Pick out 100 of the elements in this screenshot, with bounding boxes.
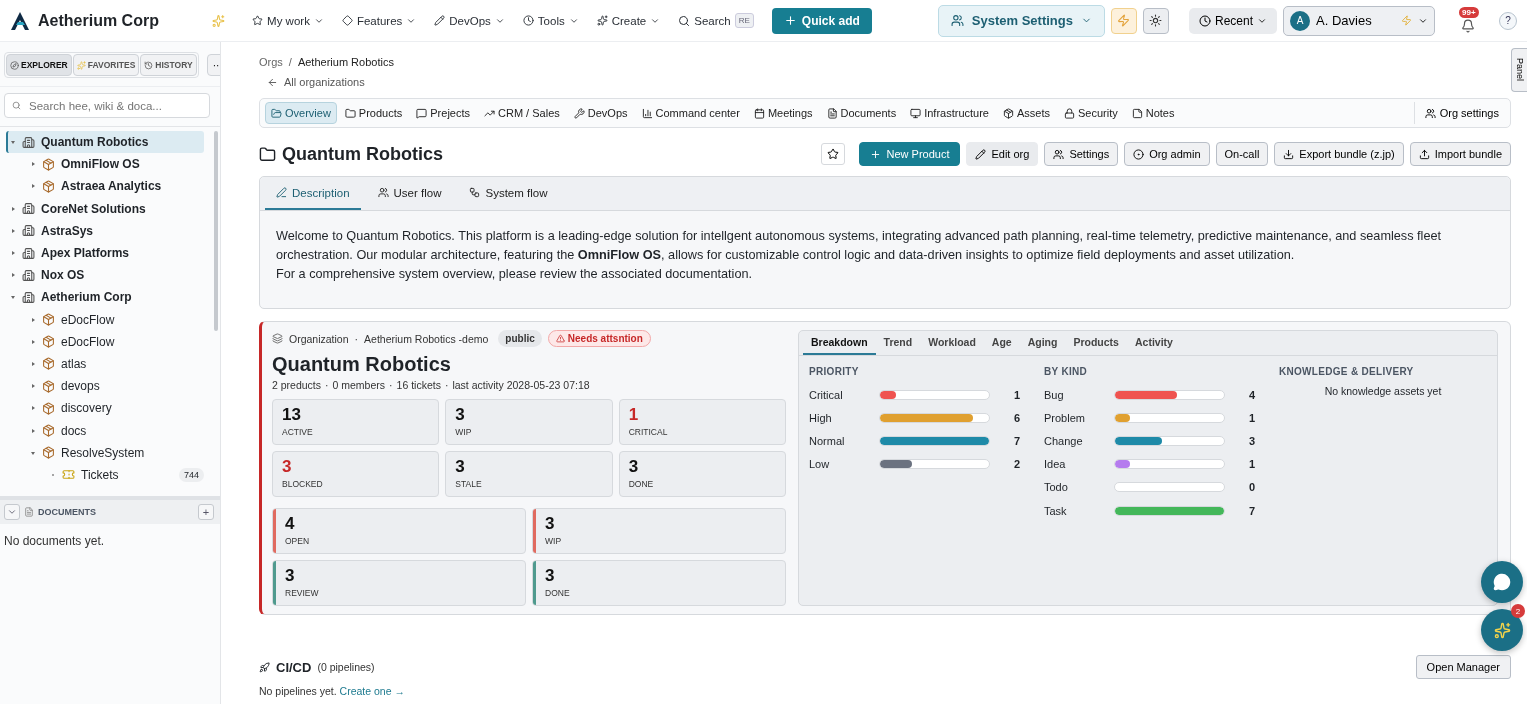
tree-item[interactable]: eDocFlow: [26, 330, 204, 353]
insight-tab[interactable]: Breakdown: [803, 331, 876, 355]
action-button[interactable]: New Product: [859, 142, 961, 166]
section-tab[interactable]: Documents: [820, 102, 903, 124]
tree-item[interactable]: CoreNet Solutions: [6, 197, 204, 220]
building-icon: [22, 224, 35, 238]
nav-menu[interactable]: Create: [590, 10, 667, 31]
alert-badge: Needs attsntion: [547, 330, 651, 347]
notifications-button[interactable]: 99+: [1453, 6, 1483, 35]
section-tab[interactable]: Products: [338, 102, 409, 124]
action-button[interactable]: Edit org: [966, 142, 1039, 166]
nav-menu[interactable]: My work: [246, 10, 330, 31]
sidebar-tab[interactable]: FAVORITES: [72, 54, 140, 76]
favorite-button[interactable]: [821, 143, 846, 165]
pencil-icon: [276, 187, 287, 198]
tree-item[interactable]: Apex Platforms: [6, 241, 204, 265]
breadcrumb-item[interactable]: Orgs: [259, 56, 283, 68]
search-icon: [12, 101, 21, 110]
content-tab[interactable]: System flow: [458, 177, 559, 210]
section-tab[interactable]: Notes: [1125, 102, 1181, 124]
action-button[interactable]: Import bundle: [1409, 142, 1511, 166]
folder-icon: [344, 107, 356, 119]
chat-button[interactable]: [1481, 561, 1523, 603]
tree-item[interactable]: Nox OS: [6, 264, 204, 287]
create-link[interactable]: Create one →: [339, 685, 405, 697]
tree-item[interactable]: eDocFlow: [26, 308, 204, 331]
sidebar-tab[interactable]: HISTORY: [140, 54, 197, 76]
quick-add-button[interactable]: Quick add: [771, 7, 872, 34]
stat-label: BLOCKED: [282, 479, 323, 489]
section-tab[interactable]: Overview: [265, 102, 337, 124]
package-icon: [1003, 107, 1014, 119]
recent-menu[interactable]: Recent: [1188, 7, 1277, 34]
wrench-icon: [573, 107, 585, 119]
nav-menu[interactable]: Features: [335, 10, 423, 31]
building-icon: [22, 135, 35, 149]
section-tab[interactable]: Command center: [635, 102, 746, 124]
section-tab[interactable]: Prejects: [410, 102, 476, 124]
section-tab[interactable]: Meetings: [747, 102, 819, 124]
sparkles-icon: [212, 13, 225, 28]
help-button[interactable]: ?: [1499, 11, 1517, 30]
tree-item[interactable]: docs: [26, 419, 204, 442]
nav-menu[interactable]: DevOps: [428, 10, 511, 31]
insight-tab[interactable]: Trend: [875, 331, 921, 355]
bar-label: Critical: [809, 388, 844, 401]
count-badge: 744: [178, 467, 204, 482]
action-button[interactable]: Export bundle (z.jp): [1274, 142, 1404, 166]
clock-icon: [1198, 14, 1211, 27]
tree-item-label: Apex Platforms: [41, 246, 130, 261]
org-settings-button[interactable]: Org settings: [1413, 102, 1505, 124]
user-menu[interactable]: A A. Davies: [1283, 5, 1435, 36]
tree-item[interactable]: ResolveSystem: [26, 441, 204, 464]
document-icon: [826, 107, 838, 119]
stat-value: 3: [455, 405, 466, 425]
separator: ·: [354, 332, 359, 345]
content-tab[interactable]: Description: [265, 177, 361, 210]
section-tab[interactable]: Infrastructure: [904, 102, 995, 124]
breadcrumb-item: Aetherium Robotics: [297, 56, 394, 68]
add-document-button[interactable]: +: [198, 504, 214, 520]
ticket-icon: [62, 468, 75, 482]
tree-item[interactable]: atlas: [26, 352, 204, 376]
tree-item[interactable]: AstraSys: [6, 219, 204, 242]
insight-tab[interactable]: Aging: [1019, 331, 1066, 355]
nav-menu[interactable]: Tools: [516, 10, 585, 31]
lock-icon: [1064, 107, 1075, 119]
tree-item[interactable]: Aetherium Corp: [6, 286, 204, 309]
section-tab[interactable]: Assets: [997, 102, 1056, 124]
back-link[interactable]: All organizations: [267, 76, 365, 88]
insight-tab[interactable]: Workload: [920, 331, 984, 355]
tree-item[interactable]: Quantum Robotics: [6, 131, 204, 154]
content-tab[interactable]: User flow: [366, 177, 453, 210]
panel-tab[interactable]: Panel: [1511, 48, 1527, 92]
insight-tab[interactable]: Products: [1065, 331, 1127, 355]
more-button[interactable]: ···: [206, 54, 220, 76]
insight-tab[interactable]: Activity: [1126, 331, 1181, 355]
assistant-button[interactable]: [1481, 609, 1523, 651]
search-field[interactable]: Search hee, wiki & doca...: [4, 93, 210, 118]
search-button[interactable]: Search RE: [672, 9, 760, 32]
system-settings-button[interactable]: System Settings: [937, 4, 1105, 37]
package-icon: [42, 335, 55, 349]
sparkles-icon: [1493, 621, 1511, 639]
tree-item-label: ResolveSystem: [61, 445, 145, 460]
tree-item[interactable]: devops: [26, 375, 204, 398]
action-button[interactable]: Settings: [1044, 142, 1119, 166]
tree-item[interactable]: discovery: [26, 397, 204, 420]
tree-item[interactable]: Tickets 744: [46, 463, 204, 486]
pipeline-count: (0 pipelines): [317, 661, 375, 673]
section-tab[interactable]: CRM / Sales: [478, 102, 566, 124]
tree-item-label: Nox OS: [41, 268, 85, 283]
open-manager-button[interactable]: Open Manager: [1415, 655, 1511, 679]
tree-item[interactable]: OmniFlow OS: [26, 153, 204, 176]
theme-button[interactable]: [1142, 7, 1169, 34]
tree-item[interactable]: Astraea Analytics: [26, 175, 204, 198]
sidebar-tab[interactable]: EXPLORER: [6, 54, 72, 76]
insight-tab[interactable]: Age: [983, 331, 1020, 355]
action-button[interactable]: Org admin: [1124, 142, 1210, 166]
section-tab[interactable]: Security: [1058, 102, 1124, 124]
tree-item-label: Quantum Robotics: [41, 135, 149, 150]
empty-message: No knowledge assets yet: [1323, 385, 1443, 397]
section-tab[interactable]: DevOps: [567, 102, 634, 124]
action-button[interactable]: On-call: [1215, 142, 1269, 166]
